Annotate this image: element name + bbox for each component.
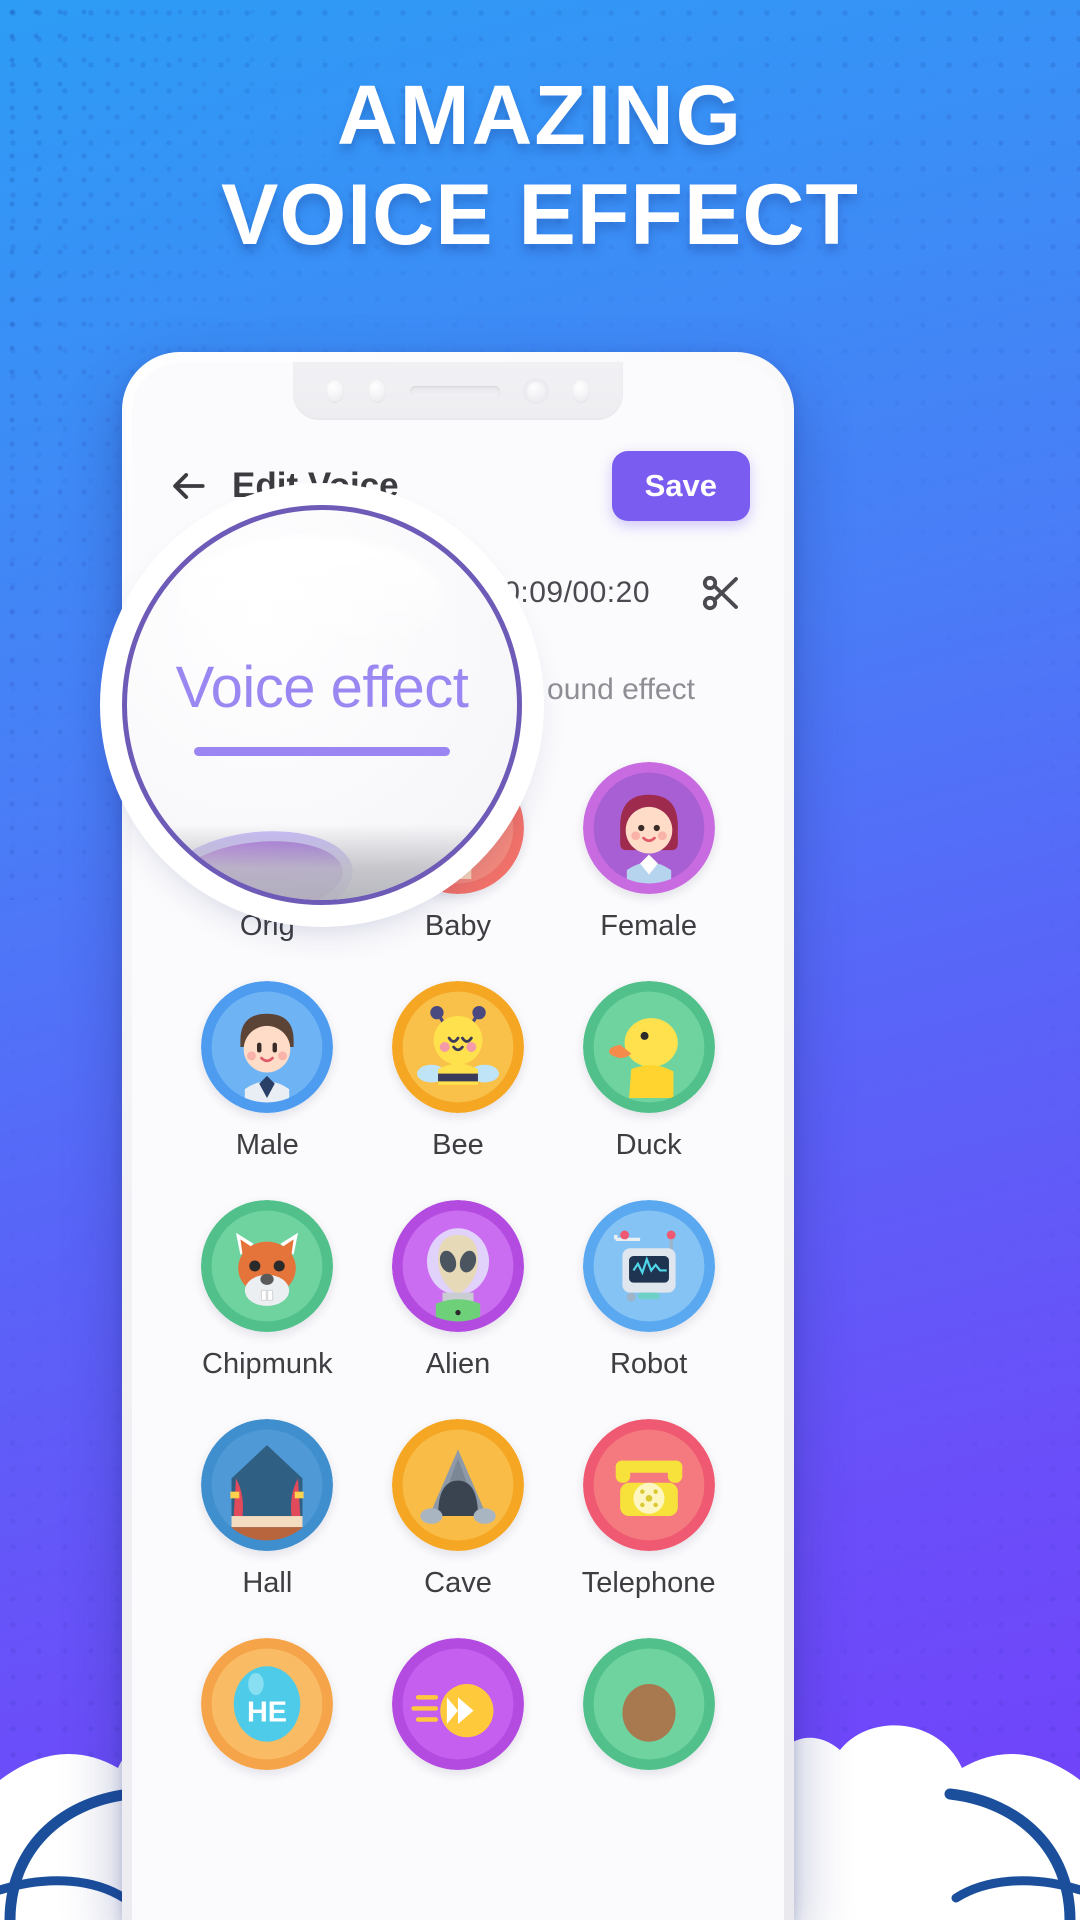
sensor-icon: [368, 379, 386, 403]
effect-label: Female: [600, 910, 697, 942]
effect-item[interactable]: Duck: [553, 981, 744, 1162]
effect-item[interactable]: HE: [172, 1638, 363, 1786]
app-bar: Edit Voice Save: [132, 440, 784, 532]
svg-text:HE: HE: [247, 1697, 287, 1729]
effect-label: Bee: [432, 1129, 484, 1161]
effect-label: Orig: [239, 910, 295, 942]
effect-label: Duck: [615, 1129, 682, 1161]
chipmunk-icon[interactable]: [201, 1200, 334, 1332]
effect-item[interactable]: Bee: [363, 981, 554, 1162]
female-icon[interactable]: [582, 762, 715, 894]
sensor-icon: [572, 379, 590, 403]
page-title: Edit Voice: [232, 466, 399, 505]
effect-item[interactable]: Cave: [363, 1419, 554, 1600]
lens-bottom-shadow: [127, 824, 517, 900]
fast-icon[interactable]: [391, 1638, 524, 1770]
arrow-left-icon[interactable]: [166, 464, 210, 508]
save-button[interactable]: Save: [611, 451, 750, 521]
alien-icon[interactable]: [391, 1200, 524, 1332]
effect-item[interactable]: Alien: [363, 1200, 554, 1381]
effect-item[interactable]: Hall: [172, 1419, 363, 1600]
effect-item[interactable]: Chipmunk: [172, 1200, 363, 1381]
headline-line-1: AMAZING: [337, 68, 743, 162]
robot-icon[interactable]: [582, 1200, 715, 1332]
effect-label: Robot: [609, 1348, 688, 1380]
effect-label: Telephone: [581, 1567, 716, 1599]
cave-icon[interactable]: [391, 1419, 524, 1551]
sensor-icon: [326, 379, 344, 403]
front-camera-icon: [524, 379, 548, 403]
phone-notch: [293, 362, 623, 420]
playback-time: 00:09/00:20: [486, 576, 650, 609]
effect-item[interactable]: Female: [553, 762, 744, 943]
lens-glare: [179, 536, 443, 656]
effect-label: Baby: [424, 910, 492, 942]
effect-grid: Orig Baby Female Male Bee Duck Chipmunk: [132, 762, 784, 1824]
effect-item[interactable]: Robot: [553, 1200, 744, 1381]
telephone-icon[interactable]: [582, 1419, 715, 1551]
monster-icon[interactable]: [582, 1638, 715, 1770]
effect-item[interactable]: Telephone: [553, 1419, 744, 1600]
effect-label: Cave: [424, 1567, 492, 1599]
magnified-tab-underline: [194, 747, 450, 756]
effect-item[interactable]: [363, 1638, 554, 1786]
effect-label: Male: [235, 1129, 299, 1161]
helium-icon[interactable]: HE: [201, 1638, 334, 1770]
effect-item[interactable]: Male: [172, 981, 363, 1162]
headline-line-2: VOICE EFFECT: [221, 167, 859, 264]
duck-icon[interactable]: [582, 981, 715, 1113]
hall-icon[interactable]: [201, 1419, 334, 1551]
effect-item[interactable]: [553, 1638, 744, 1786]
scissors-icon[interactable]: [698, 569, 746, 617]
magnified-tab-label: Voice effect: [175, 655, 469, 720]
magnifier-lens: Voice effect: [122, 505, 522, 905]
effect-label: Chipmunk: [202, 1348, 333, 1380]
effect-label: Alien: [425, 1348, 491, 1380]
bee-icon[interactable]: [391, 981, 524, 1113]
male-icon[interactable]: [201, 981, 334, 1113]
poster-headline: AMAZING VOICE EFFECT: [0, 66, 1080, 267]
effect-label: Hall: [242, 1567, 293, 1599]
earpiece-speaker: [410, 385, 500, 397]
